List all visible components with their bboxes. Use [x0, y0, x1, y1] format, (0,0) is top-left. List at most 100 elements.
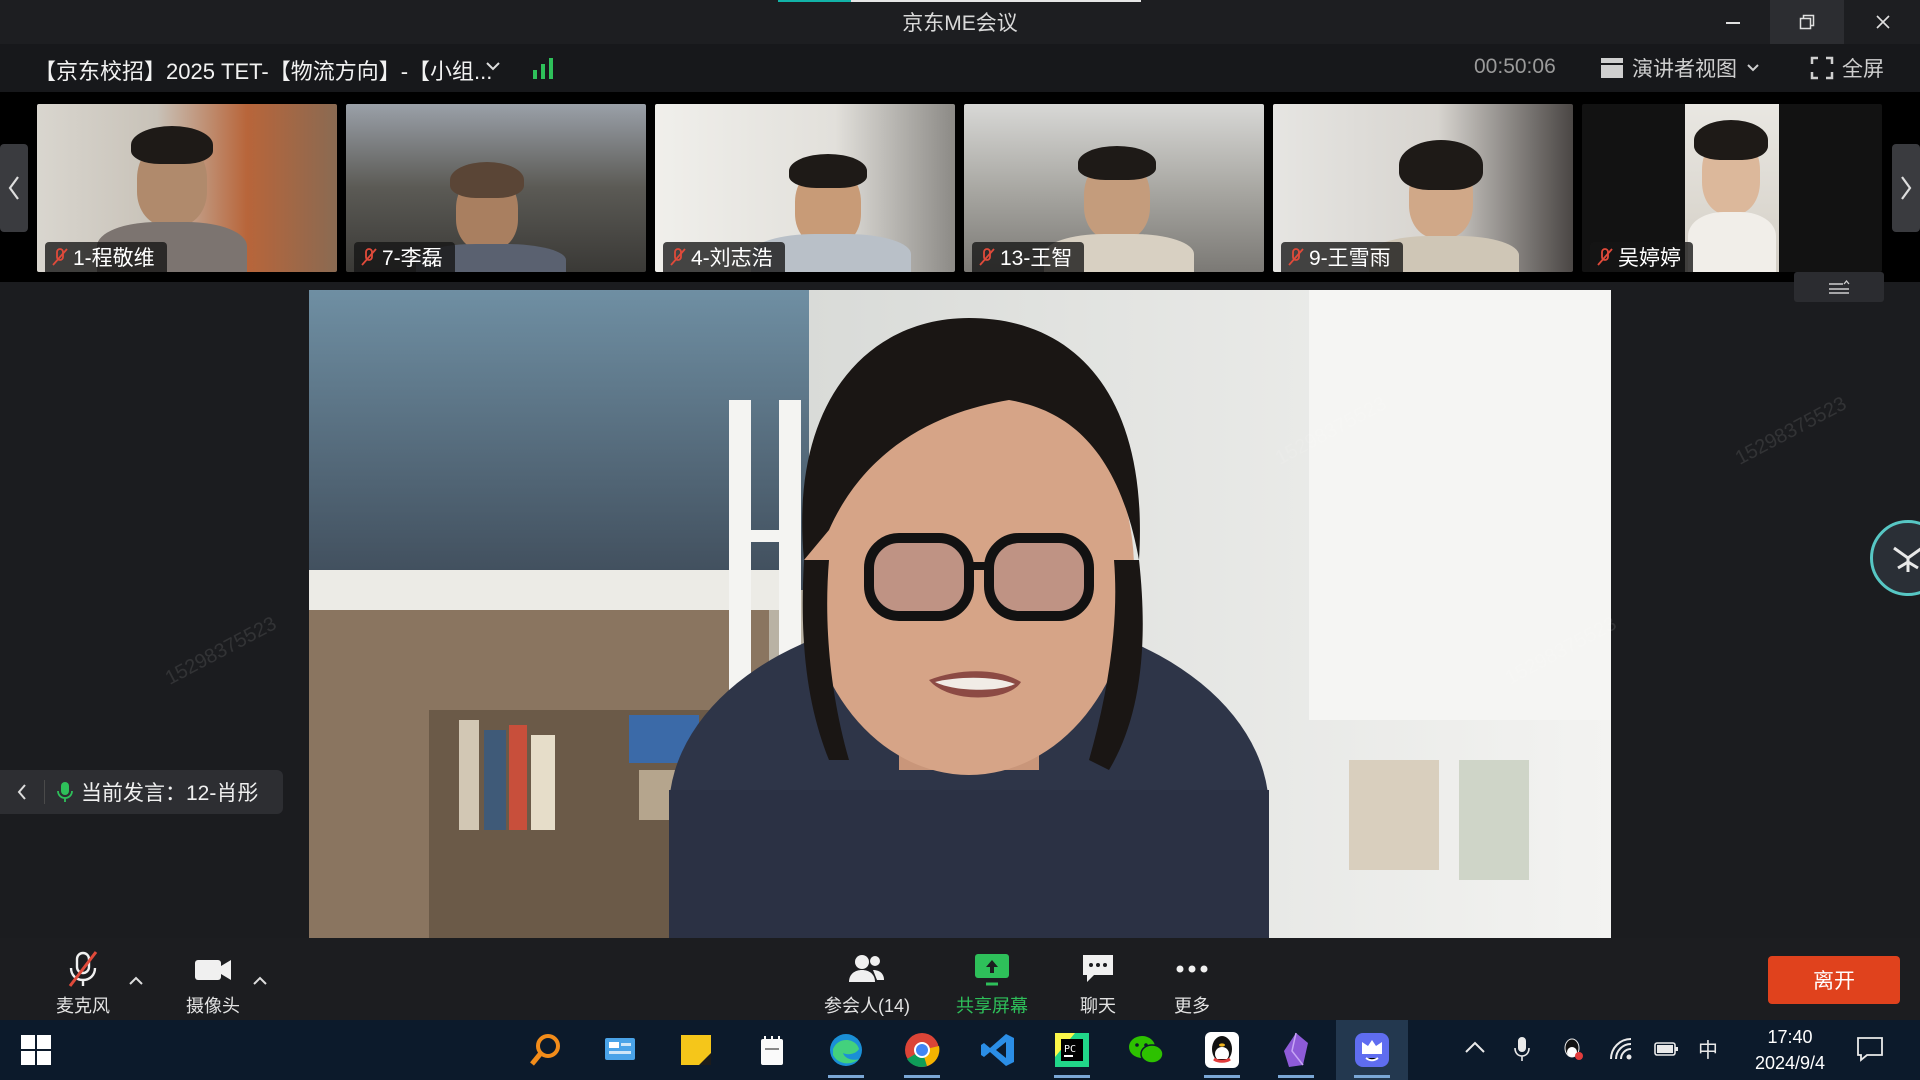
- view-mode-button[interactable]: 演讲者视图: [1600, 52, 1761, 84]
- strip-next-button[interactable]: [1892, 144, 1920, 232]
- notepad-icon: [761, 1036, 783, 1065]
- speaker-collapse-button[interactable]: [0, 780, 45, 804]
- taskbar-meeting-app[interactable]: [1350, 1030, 1394, 1078]
- taskbar-sticky-notes[interactable]: [674, 1030, 718, 1070]
- clock-date: 2024/9/4: [1754, 1053, 1826, 1073]
- participant-name-tag: 7-李磊: [354, 242, 455, 272]
- tray-battery-icon[interactable]: [1654, 1040, 1680, 1058]
- participant-name-tag: 1-程敬维: [45, 242, 167, 272]
- tray-microphone-icon[interactable]: [1514, 1036, 1530, 1062]
- share-screen-button[interactable]: 共享屏幕: [956, 950, 1028, 1018]
- mic-muted-icon: [52, 248, 68, 266]
- taskbar-obsidian[interactable]: [1274, 1030, 1318, 1078]
- participant-tile[interactable]: 4-刘志浩: [655, 104, 955, 272]
- taskbar-edge[interactable]: [824, 1030, 868, 1078]
- participant-name-tag: 4-刘志浩: [663, 242, 785, 272]
- participant-name-tag: 13-王智: [972, 242, 1085, 272]
- watermark: 15298375523: [161, 612, 281, 690]
- signal-strength-icon[interactable]: [532, 56, 554, 80]
- participant-tile[interactable]: 吴婷婷: [1582, 104, 1882, 272]
- participant-tile[interactable]: 9-王雪雨: [1273, 104, 1573, 272]
- notification-center-icon[interactable]: [1856, 1036, 1884, 1062]
- participant-tile[interactable]: 13-王智: [964, 104, 1264, 272]
- tray-ime-indicator[interactable]: 中: [1698, 1034, 1718, 1063]
- participants-button[interactable]: 参会人(14): [824, 950, 910, 1018]
- more-dots-icon: [1176, 965, 1208, 973]
- taskbar-search[interactable]: [524, 1030, 568, 1070]
- sticky-notes-icon: [681, 1035, 711, 1065]
- vscode-icon: [981, 1034, 1014, 1066]
- chrome-icon: [905, 1033, 940, 1067]
- taskbar-clock[interactable]: 17:40 2024/9/4: [1742, 1024, 1838, 1076]
- participant-name-tag: 9-王雪雨: [1281, 242, 1403, 272]
- windows-logo-icon: [21, 1035, 51, 1065]
- meeting-app-icon: [1355, 1033, 1389, 1067]
- chevron-down-icon[interactable]: [483, 56, 503, 76]
- search-icon: [530, 1034, 560, 1066]
- clock-time: 17:40: [1767, 1027, 1813, 1047]
- assistant-logo-icon: [1893, 546, 1920, 572]
- mic-muted-icon: [979, 248, 995, 266]
- tray-network-icon[interactable]: [1608, 1036, 1634, 1062]
- chevron-left-icon: [17, 784, 26, 800]
- taskbar-vscode[interactable]: [976, 1030, 1020, 1070]
- fullscreen-label: 全屏: [1842, 58, 1884, 81]
- taskbar-control-panel[interactable]: [598, 1030, 642, 1070]
- mic-button[interactable]: 麦克风: [56, 950, 110, 1018]
- taskbar-notepad[interactable]: [750, 1030, 794, 1070]
- participants-icon: [849, 955, 884, 982]
- current-speaker-indicator: 当前发言：12-肖彤: [0, 770, 283, 814]
- participant-strip: 1-程敬维 7-李磊 4-刘志浩 13-王智 9-王雪雨 吴婷婷: [0, 92, 1920, 282]
- start-button[interactable]: [14, 1030, 58, 1070]
- svg-text:PC: PC: [1064, 1044, 1076, 1055]
- taskbar-qq[interactable]: [1200, 1030, 1244, 1078]
- windows-taskbar: PC 中 17:40 2024/9/4: [0, 1020, 1920, 1080]
- camera-options-chevron-icon[interactable]: [252, 974, 268, 986]
- tray-overflow-chevron-icon[interactable]: [1464, 1040, 1486, 1054]
- top-progress-bar: [778, 0, 1141, 2]
- participant-tile[interactable]: 7-李磊: [346, 104, 646, 272]
- qq-icon: [1205, 1032, 1239, 1068]
- share-screen-icon: [975, 954, 1009, 986]
- speaker-video-frame: [309, 290, 1611, 938]
- close-button[interactable]: [1846, 0, 1920, 44]
- participant-tile[interactable]: 1-程敬维: [37, 104, 337, 272]
- close-icon: [1876, 15, 1890, 29]
- chevron-right-icon: [1901, 176, 1912, 200]
- current-speaker-label: 当前发言：12-肖彤: [81, 782, 259, 805]
- fullscreen-button[interactable]: 全屏: [1810, 52, 1884, 84]
- minimize-button[interactable]: [1696, 0, 1770, 44]
- mic-muted-icon: [361, 248, 377, 266]
- meeting-info-bar: 【京东校招】2025 TET-【物流方向】-【小组... 00:50:06 演讲…: [0, 44, 1920, 92]
- restore-button[interactable]: [1770, 0, 1844, 44]
- collapse-up-icon: [1829, 280, 1850, 294]
- edge-icon: [830, 1034, 862, 1066]
- obsidian-icon: [1284, 1032, 1308, 1067]
- meeting-toolbar: 麦克风 摄像头 参会人(14) 共享屏幕 聊天 更多 离开: [0, 938, 1920, 1020]
- tray-qq-icon[interactable]: [1560, 1036, 1584, 1062]
- more-button[interactable]: 更多: [1172, 950, 1212, 1018]
- fullscreen-icon: [1810, 56, 1834, 80]
- strip-prev-button[interactable]: [0, 144, 28, 232]
- meeting-timer: 00:50:06: [1474, 55, 1556, 78]
- minimize-icon: [1726, 22, 1740, 24]
- taskbar-pycharm[interactable]: PC: [1050, 1030, 1094, 1078]
- floating-assistant-button[interactable]: [1870, 520, 1920, 596]
- camera-icon: [195, 960, 231, 980]
- chevron-down-icon: [1747, 64, 1759, 72]
- meeting-title[interactable]: 【京东校招】2025 TET-【物流方向】-【小组...: [34, 54, 492, 86]
- mic-muted-icon: [1288, 248, 1304, 266]
- layout-icon: [1601, 58, 1623, 78]
- restore-icon: [1799, 14, 1815, 30]
- collapse-strip-button[interactable]: [1794, 272, 1884, 302]
- leave-meeting-button[interactable]: 离开: [1768, 956, 1900, 1004]
- taskbar-chrome[interactable]: [900, 1030, 944, 1078]
- camera-button[interactable]: 摄像头: [186, 950, 240, 1018]
- chevron-left-icon: [8, 176, 19, 200]
- view-mode-label: 演讲者视图: [1632, 58, 1737, 81]
- wechat-icon: [1129, 1036, 1164, 1064]
- taskbar-wechat[interactable]: [1124, 1030, 1168, 1070]
- mic-options-chevron-icon[interactable]: [128, 974, 144, 986]
- mic-muted-icon: [68, 951, 98, 987]
- chat-button[interactable]: 聊天: [1080, 950, 1116, 1018]
